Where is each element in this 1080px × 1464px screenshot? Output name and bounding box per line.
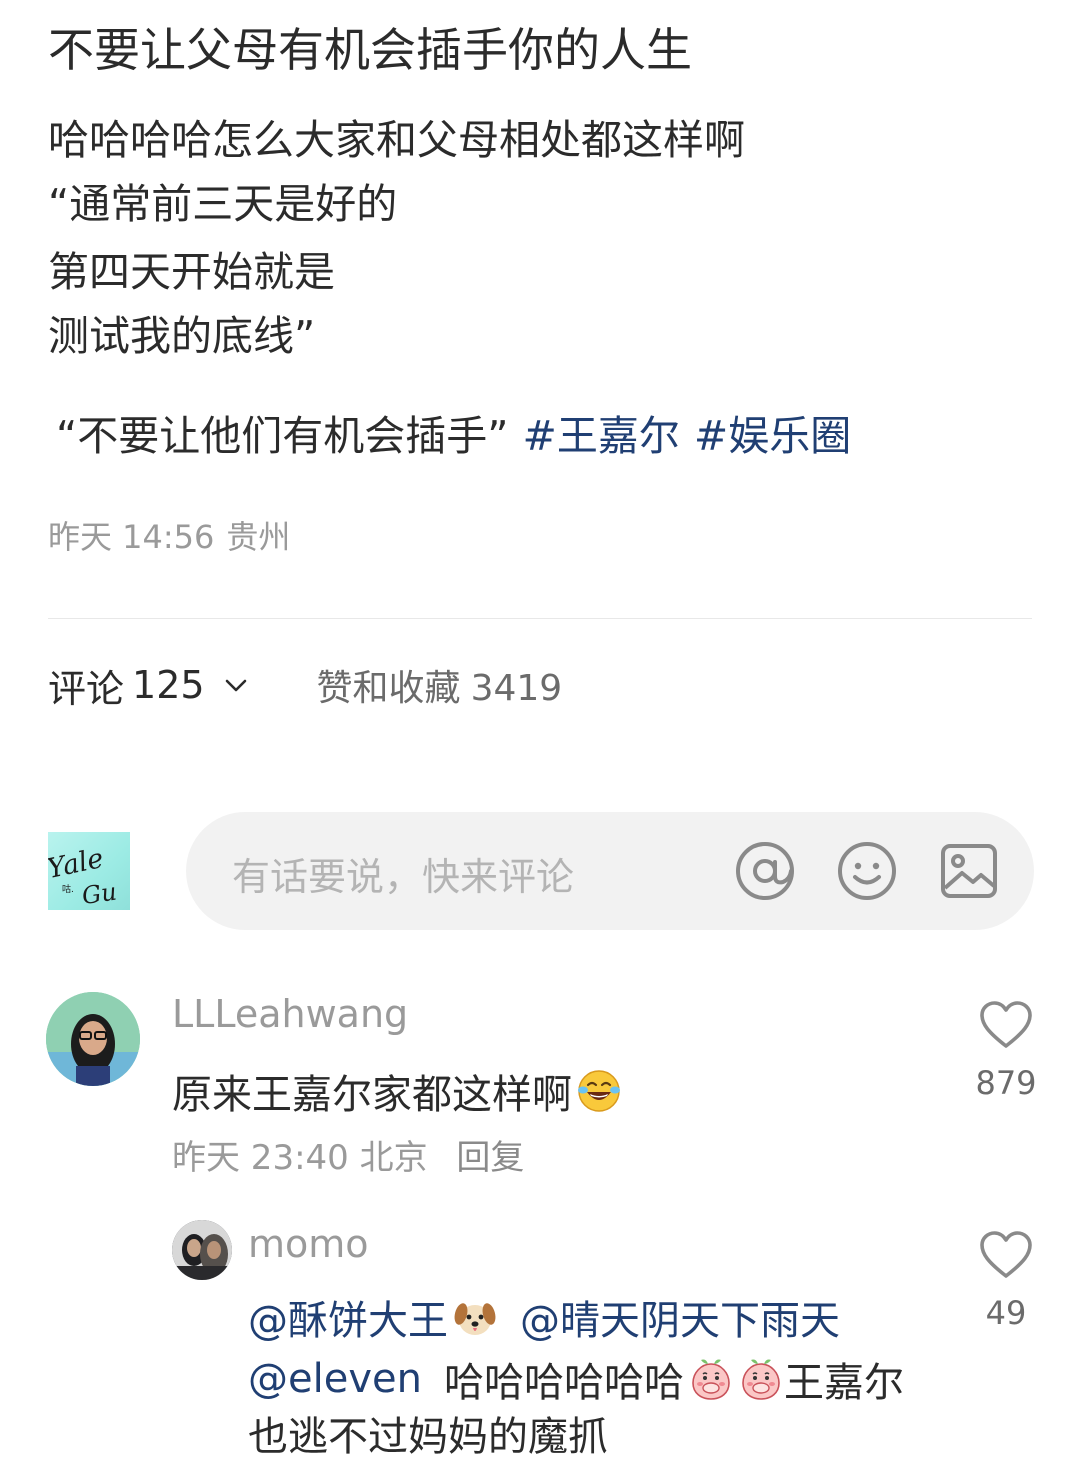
avatar-signature-logo: Yale 咕. Gu: [48, 843, 118, 910]
svg-text:Yale: Yale: [48, 843, 106, 885]
hashtag-link[interactable]: #娱乐圈: [694, 412, 851, 460]
post-body-line: 哈哈哈哈怎么大家和父母相处都这样啊: [48, 116, 745, 164]
post-title: 不要让父母有机会插手你的人生: [48, 23, 692, 77]
post-quote-line: “不要让他们有机会插手” #王嘉尔 #娱乐圈: [56, 402, 851, 462]
laughing-tears-emoji: [578, 1070, 620, 1112]
post-body-line: 第四天开始就是: [48, 248, 335, 296]
svg-text:Gu: Gu: [80, 878, 118, 910]
comment-text-content: 原来王嘉尔家都这样啊: [172, 1072, 572, 1118]
reply-text-end: 也逃不过妈妈的魔抓: [248, 1414, 608, 1460]
heart-icon[interactable]: [978, 1000, 1034, 1050]
svg-text:咕.: 咕.: [62, 883, 74, 895]
replier-username[interactable]: momo: [248, 1222, 369, 1266]
comment-input-placeholder: 有话要说，快来评论: [232, 855, 575, 899]
chevron-down-icon: [225, 679, 246, 692]
divider: [48, 618, 1032, 619]
post-meta: 昨天 14:56 贵州: [48, 512, 290, 558]
like-count: 49: [985, 1294, 1027, 1332]
post-body-line: 测试我的底线”: [48, 312, 316, 360]
dog-face-emoji: [454, 1303, 496, 1335]
reply-text-line: @酥饼大王 @晴天阴天下雨天: [248, 1288, 840, 1346]
tab-likes-count: 3419: [470, 668, 563, 709]
commenter-username[interactable]: LLLeahwang: [172, 992, 408, 1036]
reply-text-line: @eleven 哈哈哈哈哈哈 王嘉尔: [248, 1350, 904, 1408]
mention-link[interactable]: @酥饼大王: [248, 1288, 448, 1346]
reply-like[interactable]: 49: [966, 1230, 1046, 1332]
tab-comments[interactable]: 评论 125: [48, 658, 249, 713]
heart-icon[interactable]: [978, 1230, 1034, 1280]
tab-likes-favorites[interactable]: 赞和收藏 3419: [317, 659, 563, 711]
comment-location: 北京: [359, 1138, 428, 1178]
mention-link[interactable]: @晴天阴天下雨天: [520, 1288, 840, 1346]
hashtag-link[interactable]: #王嘉尔: [522, 412, 679, 460]
comment-date: 昨天 23:40: [172, 1138, 349, 1178]
post-quote: “不要让他们有机会插手”: [56, 412, 509, 460]
reply-text-line: 也逃不过妈妈的魔抓: [248, 1404, 608, 1462]
peach-covering-mouth-emoji: [742, 1359, 780, 1400]
comment-like[interactable]: 879: [966, 1000, 1046, 1102]
commenter-avatar[interactable]: [46, 992, 140, 1086]
like-count: 879: [975, 1064, 1037, 1102]
image-icon[interactable]: [938, 840, 1000, 902]
at-mention-icon[interactable]: [734, 840, 796, 902]
reply-text-name: 王嘉尔: [783, 1360, 904, 1406]
peach-covering-mouth-emoji: [692, 1359, 730, 1400]
commenter-photo: [46, 992, 140, 1086]
comment-input[interactable]: 有话要说，快来评论: [186, 812, 1034, 930]
replier-avatar[interactable]: [172, 1220, 232, 1280]
post-date: 昨天 14:56: [48, 518, 215, 556]
tab-likes-label: 赞和收藏: [316, 668, 461, 709]
replier-photo: [172, 1220, 232, 1280]
post-detail-page: 不要让父母有机会插手你的人生 哈哈哈哈怎么大家和父母相处都这样啊 “通常前三天是…: [0, 0, 1080, 1464]
post-location: 贵州: [226, 518, 291, 556]
comment-meta: 昨天 23:40 北京 回复: [172, 1130, 524, 1179]
comment-text: 原来王嘉尔家都这样啊: [172, 1062, 622, 1120]
tab-comments-label: 评论: [48, 666, 125, 711]
post-body-line: “通常前三天是好的: [48, 180, 398, 228]
emoji-icon[interactable]: [836, 840, 898, 902]
reply-button[interactable]: 回复: [456, 1138, 524, 1178]
engagement-tabs: 评论 125 赞和收藏 3419: [48, 658, 563, 713]
tab-comments-count: 125: [132, 663, 205, 707]
mention-link[interactable]: @eleven: [248, 1356, 422, 1402]
current-user-avatar[interactable]: Yale 咕. Gu: [48, 832, 130, 910]
reply-text-laugh: 哈哈哈哈哈哈: [443, 1360, 684, 1406]
